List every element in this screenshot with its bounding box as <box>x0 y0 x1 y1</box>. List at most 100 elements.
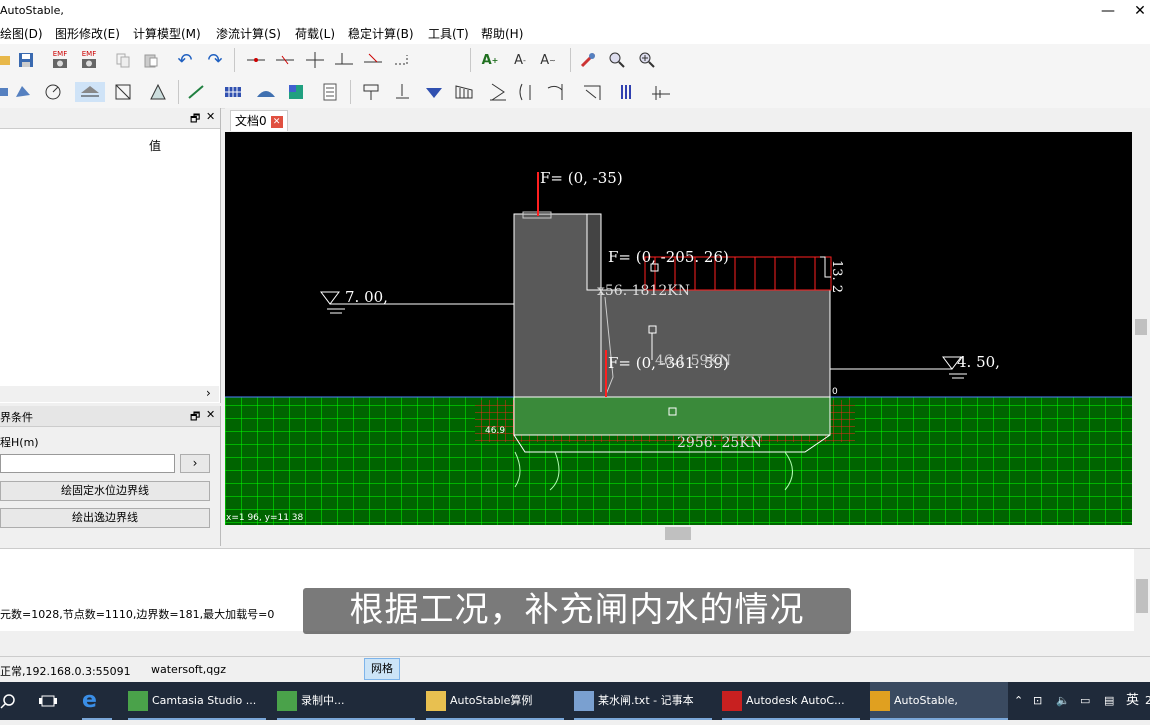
taskbar-recording[interactable]: 录制中... <box>277 682 415 720</box>
menu-help[interactable]: 帮助(H) <box>481 25 523 42</box>
dimension-label: 13. 2 <box>829 260 844 294</box>
volume-icon[interactable]: 🔈 <box>1056 682 1070 720</box>
cross-tool-icon[interactable] <box>305 50 325 70</box>
zoom-window-icon[interactable] <box>607 50 627 70</box>
tab-document0[interactable]: 文档0 ✕ <box>230 110 288 131</box>
wave-load-icon[interactable] <box>516 82 536 102</box>
canvas-horizontal-scrollbar[interactable] <box>225 525 1132 542</box>
battery-icon[interactable]: ▭ <box>1080 682 1090 720</box>
taskbar-autostable-folder[interactable]: AutoStable算例 <box>426 682 564 720</box>
menu-model[interactable]: 计算模型(M) <box>133 25 201 42</box>
pin-icon[interactable]: 🗗 <box>190 110 200 129</box>
load-icon[interactable] <box>361 82 381 102</box>
emf-label-2: EMF <box>81 50 97 58</box>
slope-icon[interactable] <box>186 82 206 102</box>
seepage-line-icon[interactable] <box>582 82 602 102</box>
search-icon[interactable] <box>0 682 20 720</box>
slip-surface-icon[interactable] <box>650 82 670 102</box>
chat-icon[interactable]: ▤ <box>1104 682 1114 720</box>
undo-icon[interactable]: ↶ <box>175 50 195 71</box>
polygon-icon[interactable] <box>0 82 14 102</box>
taskbar-notepad[interactable]: 某水闸.txt - 记事本 <box>574 682 712 720</box>
earth-pressure-icon[interactable] <box>488 82 508 102</box>
node-label: 46.9 <box>485 426 506 436</box>
mesh-icon[interactable] <box>223 82 243 102</box>
open-icon[interactable] <box>0 50 14 70</box>
taskbar-autocad[interactable]: Autodesk AutoC... <box>722 682 860 720</box>
bracket-icon[interactable] <box>392 50 412 70</box>
menu-load[interactable]: 荷载(L) <box>295 25 335 42</box>
pin-icon[interactable]: 🗗 <box>190 408 200 427</box>
taskbar-autostable-label: AutoStable, <box>894 694 958 707</box>
text-bigger-icon[interactable]: A + <box>480 50 500 70</box>
zoom-in-icon[interactable] <box>637 50 657 70</box>
menu-modify[interactable]: 图形修改(E) <box>55 25 120 42</box>
diagonal-box-icon[interactable] <box>113 82 133 102</box>
tab-close-icon[interactable]: ✕ <box>270 115 283 128</box>
draw-seepage-boundary-button[interactable]: 绘出逸边界线 <box>0 508 210 528</box>
canvas-vertical-scrollbar[interactable] <box>1132 132 1150 525</box>
edge-browser-icon[interactable]: e <box>82 682 112 720</box>
table-icon[interactable] <box>320 82 340 102</box>
output-scroll-thumb[interactable] <box>1136 579 1148 613</box>
taskbar-camtasia[interactable]: Camtasia Studio ... <box>128 682 266 720</box>
parallel-lines-icon[interactable] <box>616 82 636 102</box>
close-icon[interactable]: ✕ <box>206 408 215 421</box>
measure-angle-icon[interactable] <box>42 82 62 102</box>
force-icon[interactable] <box>392 82 412 102</box>
minimize-button[interactable]: — <box>1096 2 1120 20</box>
line-tool-icon[interactable] <box>246 50 266 70</box>
perpendicular-icon[interactable] <box>334 50 354 70</box>
base-resultant-label: 2956. 25KN <box>677 435 763 451</box>
output-scrollbar[interactable] <box>1134 549 1150 631</box>
region-icon[interactable] <box>13 82 33 102</box>
window-title: AutoStable, <box>0 4 64 17</box>
input-method-indicator[interactable]: 英 <box>1126 682 1139 720</box>
network-icon[interactable]: ⊡ <box>1033 682 1042 720</box>
tray-chevron-icon[interactable]: ⌃ <box>1014 682 1023 720</box>
paste-icon[interactable] <box>141 50 161 70</box>
taskbar-autostable[interactable]: AutoStable, <box>870 682 1008 720</box>
taskbar-autocad-label: Autodesk AutoC... <box>746 694 845 707</box>
vscroll-thumb[interactable] <box>1135 319 1147 335</box>
distributed-load-icon[interactable] <box>454 82 474 102</box>
taskbar-notepad-label: 某水闸.txt - 记事本 <box>598 694 694 707</box>
menu-stability[interactable]: 稳定计算(B) <box>348 25 414 42</box>
save-icon[interactable] <box>16 50 36 70</box>
water-level-icon[interactable] <box>75 82 105 102</box>
text-style-icon[interactable]: A ~ <box>538 50 558 70</box>
uplift-icon[interactable] <box>546 82 566 102</box>
drawing-canvas[interactable]: F= (0, -35) F= (0, -205. 26) F= (0, -361… <box>225 132 1132 525</box>
grid-toggle[interactable]: 网格 <box>364 658 400 680</box>
elevation-input[interactable] <box>0 454 175 473</box>
triangle-grid-icon[interactable] <box>148 82 168 102</box>
menu-seepage[interactable]: 渗流计算(S) <box>216 25 281 42</box>
clock[interactable]: 2 <box>1145 682 1150 720</box>
boundary-panel-header: 界条件 🗗 ✕ <box>0 406 220 427</box>
draw-fixed-head-button[interactable]: 绘固定水位边界线 <box>0 481 210 501</box>
close-window-button[interactable]: ✕ <box>1128 2 1150 20</box>
boundary-panel-title: 界条件 <box>0 411 33 424</box>
menu-tools[interactable]: 工具(T) <box>428 25 469 42</box>
close-icon[interactable]: ✕ <box>206 110 215 123</box>
task-view-icon[interactable] <box>38 682 62 720</box>
surface-icon[interactable] <box>256 82 276 102</box>
hscroll-thumb[interactable] <box>665 527 691 540</box>
copy-icon[interactable] <box>113 50 133 70</box>
export-emf-icon[interactable]: EMF <box>50 50 70 70</box>
material-icon[interactable] <box>286 82 306 102</box>
toolbar-separator-4 <box>178 80 179 104</box>
property-panel-header: 🗗 ✕ <box>0 108 220 129</box>
scroll-right-icon[interactable]: › <box>206 386 211 400</box>
menu-draw[interactable]: 绘图(D) <box>0 25 43 42</box>
elevation-apply-button[interactable]: › <box>180 454 210 473</box>
pan-icon[interactable] <box>578 50 598 70</box>
scale-icon[interactable] <box>363 50 383 70</box>
export-emf2-icon[interactable]: EMF <box>79 50 99 70</box>
horizontal-scrollbar[interactable]: › <box>0 386 219 402</box>
redo-icon[interactable]: ↷ <box>205 50 225 71</box>
point-tool-icon[interactable] <box>275 50 295 70</box>
connection-status: 正常,192.168.0.3:55091 <box>0 665 131 678</box>
pressure-icon[interactable] <box>424 82 444 102</box>
text-smaller-icon[interactable]: A- <box>510 50 530 70</box>
